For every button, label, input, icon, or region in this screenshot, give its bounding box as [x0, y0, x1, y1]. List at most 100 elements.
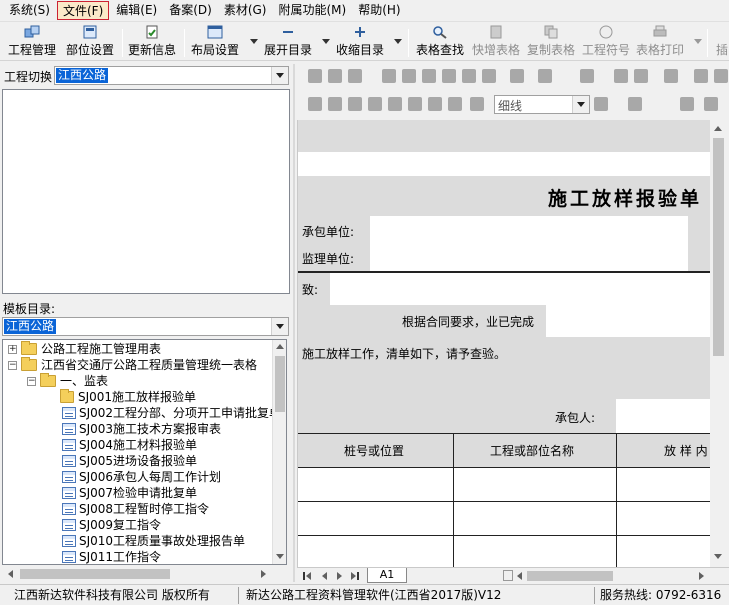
menu-help[interactable]: 帮助(H) — [353, 1, 405, 20]
collapse-icon[interactable]: − — [8, 360, 17, 370]
scroll-right-icon[interactable] — [261, 570, 266, 578]
tree-leaf[interactable]: SJ001施工放样报验单 — [60, 389, 196, 405]
collapse-icon[interactable]: − — [27, 376, 36, 386]
bold-icon[interactable] — [680, 97, 694, 111]
next-sheet-icon[interactable] — [337, 572, 342, 580]
tree-leaf[interactable]: SJ008工程暂时停工指令 — [62, 501, 209, 517]
menu-file[interactable]: 文件(F) — [56, 1, 110, 20]
save-icon[interactable] — [348, 69, 362, 83]
scroll-thumb[interactable] — [275, 356, 285, 412]
paste-icon[interactable] — [422, 69, 436, 83]
tree-leaf[interactable]: SJ005进场设备报验单 — [62, 453, 197, 469]
zoom-icon[interactable] — [664, 69, 678, 83]
expand-icon[interactable]: + — [8, 344, 17, 354]
menu-material[interactable]: 素材(G) — [219, 1, 272, 20]
chevron-down-icon[interactable] — [271, 318, 288, 335]
scroll-up-icon[interactable] — [714, 126, 722, 131]
supervisor-unit-label[interactable]: 监理单位: — [302, 250, 354, 267]
insert-row-icon[interactable] — [348, 97, 362, 111]
collapse-dir-button[interactable]: 收缩目录 — [336, 25, 384, 59]
redo-icon[interactable] — [482, 69, 496, 83]
options-icon[interactable] — [714, 69, 728, 83]
scroll-thumb[interactable] — [20, 569, 170, 579]
contractor-unit-label[interactable]: 承包单位: — [302, 223, 354, 240]
to-label[interactable]: 致: — [302, 281, 318, 298]
align-icon[interactable] — [428, 97, 442, 111]
tree-leaf[interactable]: SJ009复工指令 — [62, 517, 161, 533]
sheet-title[interactable]: 施工放样报验单 — [548, 184, 702, 211]
chevron-down-icon[interactable] — [271, 67, 288, 84]
copy-table-button[interactable]: 复制表格 — [527, 25, 575, 59]
project-manage-button[interactable]: 工程管理 — [8, 25, 56, 59]
expand-dir-button[interactable]: 展开目录 — [264, 25, 312, 59]
scroll-thumb[interactable] — [527, 571, 613, 581]
delete-col-icon[interactable] — [408, 97, 422, 111]
find-icon[interactable] — [614, 69, 628, 83]
tab-splitter[interactable] — [503, 570, 513, 581]
menu-extra[interactable]: 附属功能(M) — [274, 1, 352, 20]
panel-splitter[interactable] — [293, 64, 295, 582]
sort-icon[interactable] — [634, 69, 648, 83]
expand-dir-dropdown-icon[interactable] — [322, 39, 330, 44]
border-icon[interactable] — [594, 97, 608, 111]
grid-icon[interactable] — [470, 97, 484, 111]
cut-icon[interactable] — [382, 69, 396, 83]
quick-add-button[interactable]: 快增表格 — [472, 25, 520, 59]
tree-node[interactable]: − 江西省交通厅公路工程质量管理统一表格 — [8, 357, 257, 373]
menu-record[interactable]: 备案(D) — [164, 1, 217, 20]
sheet-vertical-scrollbar[interactable] — [710, 120, 727, 567]
tree-leaf[interactable]: SJ010工程质量事故处理报告单 — [62, 533, 245, 549]
tree-leaf[interactable]: SJ004施工材料报验单 — [62, 437, 197, 453]
tree-leaf[interactable]: SJ007检验申请批复单 — [62, 485, 197, 501]
tree-leaf[interactable]: SJ002工程分部、分项开工申请批复单 — [62, 405, 281, 421]
tree-leaf[interactable]: SJ003施工技术方案报审表 — [62, 421, 221, 437]
template-dir-select[interactable]: 江西公路 — [2, 317, 289, 336]
scroll-up-icon[interactable] — [276, 344, 284, 349]
col-station-header[interactable]: 桩号或位置 — [344, 442, 404, 459]
border-style-select[interactable]: 细线 — [494, 95, 590, 114]
tree-horizontal-scrollbar[interactable] — [2, 566, 272, 582]
properties-icon[interactable] — [694, 69, 708, 83]
new-icon[interactable] — [308, 69, 322, 83]
prev-sheet-icon[interactable] — [322, 572, 327, 580]
sum-icon[interactable] — [538, 69, 552, 83]
undo-icon[interactable] — [462, 69, 476, 83]
tree-node[interactable]: − 一、监表 — [27, 373, 108, 389]
tree-leaf[interactable]: SJ006承包人每周工作计划 — [62, 469, 221, 485]
open-icon[interactable] — [328, 69, 342, 83]
sheet-grid[interactable]: 施工放样报验单 承包单位: 监理单位: 致: 根据合同要求，业已完成 施工放样工… — [297, 120, 710, 567]
col-part-name-header[interactable]: 工程或部位名称 — [490, 442, 574, 459]
copy-icon[interactable] — [402, 69, 416, 83]
function-icon[interactable] — [580, 69, 594, 83]
project-list[interactable] — [2, 89, 290, 294]
scroll-right-icon[interactable] — [699, 572, 704, 580]
project-switch-select[interactable]: 江西公路 — [54, 66, 289, 85]
col-layout-header[interactable]: 放 样 内 — [664, 442, 708, 459]
layout-settings-dropdown-icon[interactable] — [250, 39, 258, 44]
scroll-left-icon[interactable] — [8, 570, 13, 578]
template-tree[interactable]: + 公路工程施工管理用表 − 江西省交通厅公路工程质量管理统一表格 − 一、监表… — [2, 339, 287, 565]
tree-node[interactable]: + 公路工程施工管理用表 — [8, 341, 161, 357]
scroll-left-icon[interactable] — [517, 572, 522, 580]
contract-text[interactable]: 根据合同要求，业已完成 — [402, 313, 534, 330]
format-painter-icon[interactable] — [442, 69, 456, 83]
insert-button[interactable]: 插 — [714, 25, 729, 59]
fill-color-icon[interactable] — [628, 97, 642, 111]
first-sheet-arrow-icon[interactable] — [306, 572, 311, 580]
table-print-dropdown-icon[interactable] — [694, 39, 702, 44]
menu-system[interactable]: 系统(S) — [4, 1, 55, 20]
last-sheet-arrow-icon[interactable] — [351, 572, 356, 580]
part-settings-button[interactable]: 部位设置 — [66, 25, 114, 59]
work-text[interactable]: 施工放样工作，清单如下，请予查验。 — [302, 345, 506, 362]
update-info-button[interactable]: 更新信息 — [128, 25, 176, 59]
scroll-thumb[interactable] — [713, 138, 724, 356]
scroll-down-icon[interactable] — [714, 554, 722, 559]
italic-icon[interactable] — [704, 97, 718, 111]
insert-col-icon[interactable] — [368, 97, 382, 111]
table-print-button[interactable]: 表格打印 — [636, 25, 684, 59]
wrap-icon[interactable] — [448, 97, 462, 111]
delete-row-icon[interactable] — [388, 97, 402, 111]
last-sheet-icon[interactable] — [357, 572, 359, 580]
chevron-down-icon[interactable] — [572, 96, 589, 113]
tree-leaf[interactable]: SJ011工作指令 — [62, 549, 161, 564]
